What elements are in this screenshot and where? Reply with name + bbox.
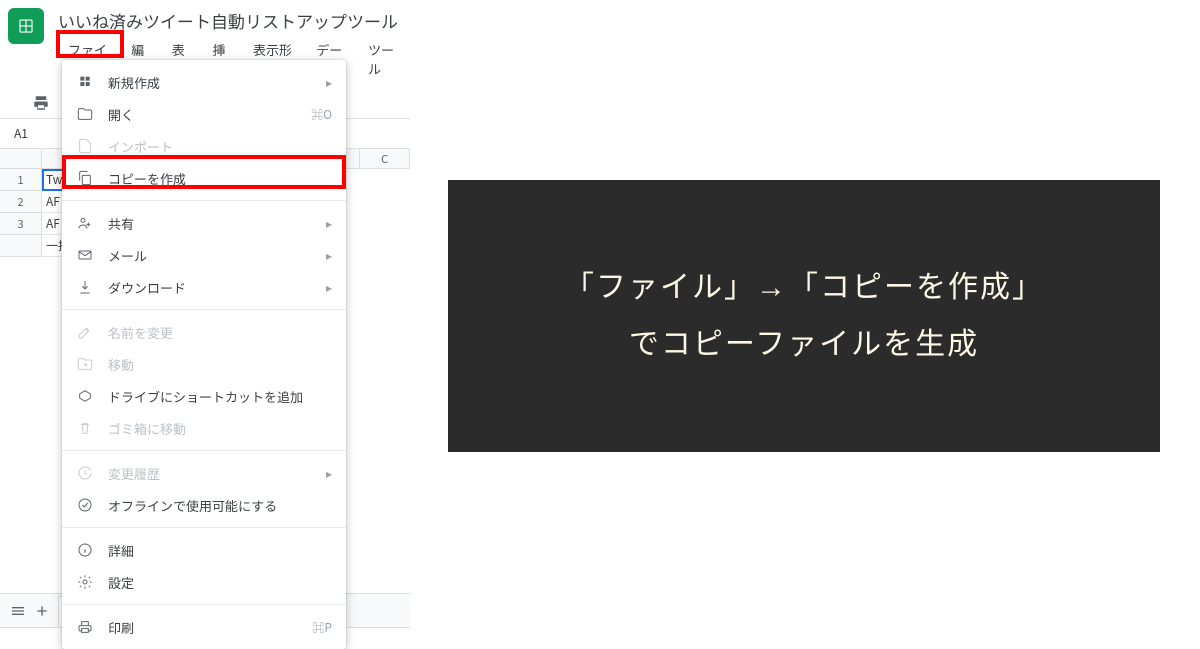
instruction-panel: 「ファイル」→「コピーを作成」 でコピーファイルを生成 [448, 180, 1160, 452]
menu-item-version-history: 変更履歴 ▸ [62, 457, 346, 489]
menu-item-add-shortcut[interactable]: ドライブにショートカットを追加 [62, 380, 346, 412]
gear-icon [76, 574, 94, 590]
offline-icon [76, 497, 94, 513]
google-sheets-logo[interactable] [8, 8, 44, 44]
menu-item-details[interactable]: 詳細 [62, 534, 346, 566]
sheets-icon [17, 17, 35, 35]
shortcut-icon [76, 388, 94, 404]
menu-item-share[interactable]: 共有 ▸ [62, 207, 346, 239]
row-header-1[interactable]: 1 [0, 169, 42, 191]
print-icon[interactable] [32, 94, 50, 112]
menu-item-download[interactable]: ダウンロード ▸ [62, 271, 346, 303]
share-icon [76, 215, 94, 231]
print-icon [76, 619, 94, 635]
menu-item-label: 設定 [108, 573, 332, 592]
menu-item-label: インポート [108, 137, 332, 156]
menu-tools[interactable]: ツール [360, 36, 410, 82]
row-header-blank[interactable] [0, 235, 42, 257]
menu-item-new[interactable]: 新規作成 ▸ [62, 66, 346, 98]
row-header-3[interactable]: 3 [0, 213, 42, 235]
instruction-line-1: 「ファイル」→「コピーを作成」 [564, 259, 1044, 316]
instruction-line-2: でコピーファイルを生成 [564, 316, 1044, 373]
row-header-2[interactable]: 2 [0, 191, 42, 213]
separator [62, 200, 346, 201]
chevron-right-icon: ▸ [326, 247, 332, 264]
add-sheet-icon[interactable] [34, 603, 50, 619]
menu-item-label: 変更履歴 [108, 464, 326, 483]
chevron-right-icon: ▸ [326, 74, 332, 91]
new-icon [76, 74, 94, 90]
document-title[interactable]: いいね済みツイート自動リストアップツール [58, 6, 398, 33]
menu-item-settings[interactable]: 設定 [62, 566, 346, 598]
menu-item-make-copy[interactable]: コピーを作成 [62, 162, 346, 194]
history-icon [76, 465, 94, 481]
menu-item-label: 詳細 [108, 541, 332, 560]
menu-item-label: 印刷 [108, 618, 312, 637]
menu-item-mail[interactable]: メール ▸ [62, 239, 346, 271]
info-icon [76, 542, 94, 558]
menu-item-rename: 名前を変更 [62, 316, 346, 348]
all-sheets-icon[interactable] [10, 603, 26, 619]
menu-item-open[interactable]: 開く ⌘O [62, 98, 346, 130]
import-icon [76, 138, 94, 154]
menu-item-label: メール [108, 246, 326, 265]
menu-item-label: ダウンロード [108, 278, 326, 297]
menu-item-import: インポート [62, 130, 346, 162]
chevron-right-icon: ▸ [326, 465, 332, 482]
menu-item-label: 移動 [108, 355, 332, 374]
trash-icon [76, 420, 94, 436]
download-icon [76, 279, 94, 295]
separator [62, 527, 346, 528]
menu-item-print[interactable]: 印刷 ⌘P [62, 611, 346, 643]
file-dropdown: 新規作成 ▸ 開く ⌘O インポート コピーを作成 共有 ▸ メール ▸ ダウン… [62, 60, 346, 649]
rename-icon [76, 324, 94, 340]
select-all-corner[interactable] [0, 149, 42, 169]
chevron-right-icon: ▸ [326, 279, 332, 296]
mail-icon [76, 247, 94, 263]
menu-item-offline[interactable]: オフラインで使用可能にする [62, 489, 346, 521]
move-icon [76, 356, 94, 372]
menu-item-label: ドライブにショートカットを追加 [108, 387, 332, 406]
menu-item-label: ゴミ箱に移動 [108, 419, 332, 438]
menu-item-move: 移動 [62, 348, 346, 380]
separator [62, 450, 346, 451]
menu-item-label: 開く [108, 105, 311, 124]
title-bar: いいね済みツイート自動リストアップツール [0, 0, 410, 30]
name-box[interactable]: A1 [8, 123, 34, 144]
separator [62, 604, 346, 605]
shortcut-text: ⌘P [312, 619, 332, 636]
copy-icon [76, 170, 94, 186]
menu-item-label: 共有 [108, 214, 326, 233]
menu-item-label: オフラインで使用可能にする [108, 496, 332, 515]
shortcut-text: ⌘O [311, 106, 332, 123]
separator [62, 309, 346, 310]
menu-item-trash: ゴミ箱に移動 [62, 412, 346, 444]
menu-item-label: 新規作成 [108, 73, 326, 92]
menu-item-label: コピーを作成 [108, 169, 332, 188]
col-header-c[interactable]: C [360, 149, 410, 169]
folder-icon [76, 106, 94, 122]
menu-item-label: 名前を変更 [108, 323, 332, 342]
chevron-right-icon: ▸ [326, 215, 332, 232]
